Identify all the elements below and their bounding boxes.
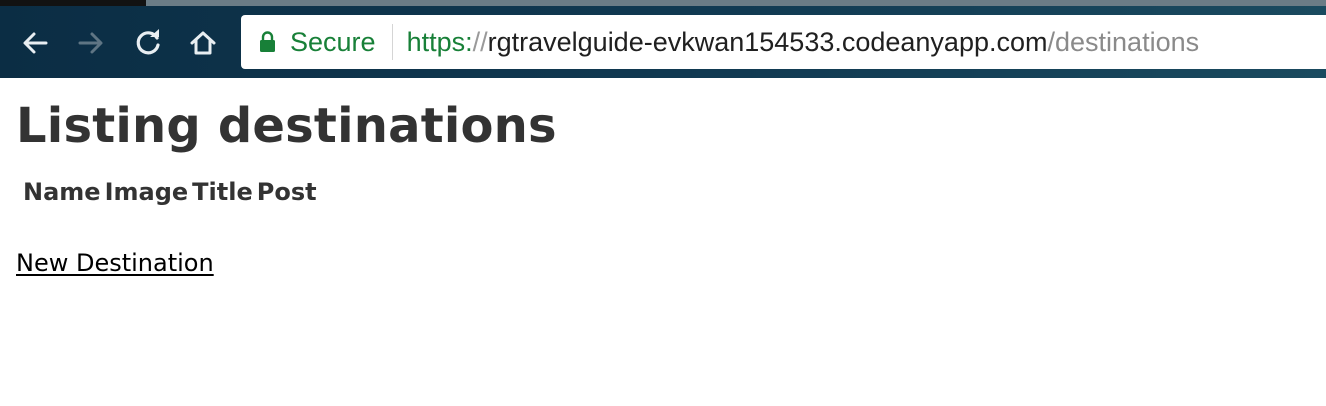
address-divider xyxy=(391,24,393,60)
home-icon xyxy=(190,31,216,55)
table-header-row: Name Image Title Post xyxy=(22,177,318,207)
reload-button[interactable] xyxy=(131,26,165,60)
address-bar[interactable]: Secure https: // rgtravelguide-evkwan154… xyxy=(241,15,1326,69)
column-header-post: Post xyxy=(256,177,317,206)
security-indicator: Secure xyxy=(290,26,376,57)
forward-button[interactable] xyxy=(74,26,108,60)
column-header-title: Title xyxy=(192,177,253,206)
url-scheme: https: xyxy=(406,26,473,57)
back-button[interactable] xyxy=(18,26,52,60)
column-header-image: Image xyxy=(104,177,189,206)
url-path: /destinations xyxy=(1047,26,1200,57)
url-host: rgtravelguide-evkwan154533.codeanyapp.co… xyxy=(487,26,1048,57)
active-tab-edge xyxy=(0,0,146,6)
lock-icon xyxy=(259,31,276,53)
page-content: Listing destinations Name Image Title Po… xyxy=(0,98,1326,277)
arrow-right-icon xyxy=(78,32,103,54)
home-button[interactable] xyxy=(186,26,220,60)
reload-icon xyxy=(136,29,160,55)
arrow-left-icon xyxy=(23,32,48,54)
browser-toolbar: Secure https: // rgtravelguide-evkwan154… xyxy=(0,0,1326,78)
column-header-name: Name xyxy=(23,177,101,206)
page-title: Listing destinations xyxy=(16,98,557,154)
new-destination-link[interactable]: New Destination xyxy=(16,249,214,277)
destinations-table: Name Image Title Post xyxy=(20,175,320,209)
url-separator: // xyxy=(472,26,488,57)
tab-strip-edge xyxy=(0,0,1326,6)
